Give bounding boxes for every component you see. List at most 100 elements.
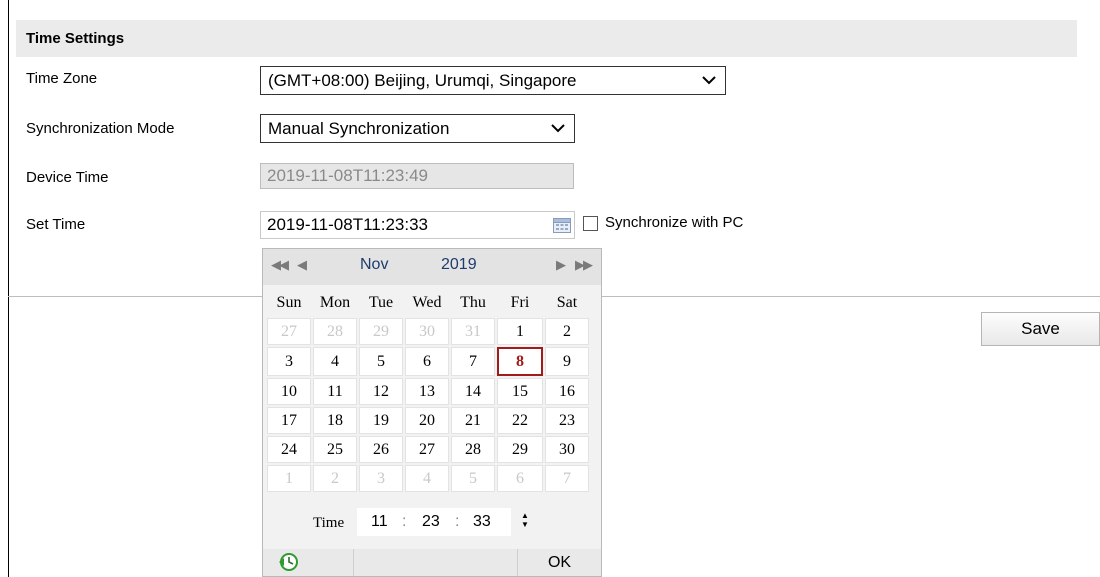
calendar-day[interactable]: 23	[545, 407, 589, 434]
save-button[interactable]: Save	[981, 312, 1100, 346]
minute-value[interactable]: 23	[422, 513, 440, 531]
calendar-day[interactable]: 20	[405, 407, 449, 434]
calendar-day[interactable]: 10	[267, 378, 311, 405]
calendar-week: 1 2 3 4 5 6 7	[267, 465, 589, 492]
calendar-day[interactable]: 6	[497, 465, 543, 492]
calendar-day[interactable]: 7	[545, 465, 589, 492]
calendar-day[interactable]: 30	[405, 318, 449, 345]
calendar-day[interactable]: 26	[359, 436, 403, 463]
time-row: Time 11 : 23 : 33 ▲ ▼	[263, 508, 601, 536]
calendar-day[interactable]: 28	[451, 436, 495, 463]
footer-divider	[353, 549, 354, 576]
second-value[interactable]: 33	[473, 513, 491, 531]
calendar-day[interactable]: 5	[451, 465, 495, 492]
calendar-day[interactable]: 27	[267, 318, 311, 345]
calendar-day[interactable]: 7	[451, 347, 495, 376]
calendar-week: 27 28 29 30 31 1 2	[267, 318, 589, 345]
calendar-day[interactable]: 1	[497, 318, 543, 345]
calendar-day[interactable]: 31	[451, 318, 495, 345]
page-left-border	[8, 0, 9, 577]
ok-button[interactable]: OK	[518, 549, 601, 576]
date-picker-popup: ◀◀ ◀ Nov 2019 ▶ ▶▶ Sun Mon Tue Wed Thu F…	[262, 248, 602, 577]
calendar-day[interactable]: 16	[545, 378, 589, 405]
chevron-down-icon	[551, 124, 565, 133]
double-left-arrow-icon[interactable]: ◀◀	[271, 257, 289, 273]
time-zone-label: Time Zone	[26, 70, 98, 87]
time-zone-select[interactable]: (GMT+08:00) Beijing, Urumqi, Singapore	[260, 66, 726, 95]
time-input[interactable]: 11 : 23 : 33	[357, 508, 511, 536]
calendar-footer: OK	[263, 549, 601, 576]
calendar-day[interactable]: 29	[497, 436, 543, 463]
calendar-week: 24 25 26 27 28 29 30	[267, 436, 589, 463]
spin-down-icon[interactable]: ▼	[521, 520, 531, 529]
calendar-day[interactable]: 25	[313, 436, 357, 463]
spin-up-icon[interactable]: ▲	[521, 511, 531, 520]
calendar-day-selected[interactable]: 8	[497, 347, 543, 376]
calendar-week: 17 18 19 20 21 22 23	[267, 407, 589, 434]
calendar-grid: Sun Mon Tue Wed Thu Fri Sat 27 28 29 30 …	[265, 287, 591, 494]
calendar-day[interactable]: 5	[359, 347, 403, 376]
sync-pc-checkbox[interactable]	[583, 216, 598, 231]
weekday-header-row: Sun Mon Tue Wed Thu Fri Sat	[267, 289, 589, 316]
section-header: Time Settings	[16, 20, 1077, 57]
left-arrow-icon[interactable]: ◀	[297, 257, 307, 273]
clock-refresh-icon[interactable]	[277, 551, 301, 573]
calendar-day[interactable]: 22	[497, 407, 543, 434]
calendar-day[interactable]: 29	[359, 318, 403, 345]
calendar-day[interactable]: 28	[313, 318, 357, 345]
calendar-day[interactable]: 11	[313, 378, 357, 405]
sync-pc-label: Synchronize with PC	[605, 214, 744, 231]
calendar-day[interactable]: 6	[405, 347, 449, 376]
calendar-year[interactable]: 2019	[441, 256, 477, 274]
time-label: Time	[313, 515, 345, 531]
weekday-mon: Mon	[313, 289, 357, 316]
calendar-day[interactable]: 18	[313, 407, 357, 434]
calendar-day[interactable]: 2	[545, 318, 589, 345]
sync-mode-select[interactable]: Manual Synchronization	[260, 114, 575, 143]
right-arrow-icon[interactable]: ▶	[556, 257, 566, 273]
calendar-day[interactable]: 14	[451, 378, 495, 405]
calendar-month[interactable]: Nov	[360, 256, 388, 274]
weekday-wed: Wed	[405, 289, 449, 316]
weekday-tue: Tue	[359, 289, 403, 316]
calendar-day[interactable]: 27	[405, 436, 449, 463]
calendar-day[interactable]: 13	[405, 378, 449, 405]
device-time-label: Device Time	[26, 169, 109, 186]
calendar-day[interactable]: 3	[267, 347, 311, 376]
time-separator: :	[402, 513, 407, 530]
weekday-fri: Fri	[497, 289, 543, 316]
time-separator: :	[455, 513, 460, 530]
hour-value[interactable]: 11	[371, 513, 388, 531]
weekday-sun: Sun	[267, 289, 311, 316]
calendar-day[interactable]: 21	[451, 407, 495, 434]
calendar-day[interactable]: 15	[497, 378, 543, 405]
calendar-day[interactable]: 3	[359, 465, 403, 492]
double-right-arrow-icon[interactable]: ▶▶	[575, 257, 593, 273]
sync-mode-label: Synchronization Mode	[26, 120, 175, 137]
calendar-day[interactable]: 17	[267, 407, 311, 434]
chevron-down-icon	[702, 76, 716, 85]
time-zone-value: (GMT+08:00) Beijing, Urumqi, Singapore	[268, 71, 577, 90]
weekday-thu: Thu	[451, 289, 495, 316]
weekday-sat: Sat	[545, 289, 589, 316]
calendar-day[interactable]: 4	[313, 347, 357, 376]
section-title: Time Settings	[26, 30, 125, 47]
calendar-icon[interactable]	[553, 217, 571, 233]
calendar-day[interactable]: 12	[359, 378, 403, 405]
sync-mode-value: Manual Synchronization	[268, 119, 450, 138]
device-time-field: 2019-11-08T11:23:49	[260, 163, 574, 189]
calendar-day[interactable]: 19	[359, 407, 403, 434]
set-time-label: Set Time	[26, 216, 86, 233]
calendar-week: 10 11 12 13 14 15 16	[267, 378, 589, 405]
calendar-week: 3 4 5 6 7 8 9	[267, 347, 589, 376]
calendar-day[interactable]: 9	[545, 347, 589, 376]
calendar-day[interactable]: 1	[267, 465, 311, 492]
set-time-input[interactable]: 2019-11-08T11:23:33	[260, 211, 575, 239]
calendar-day[interactable]: 24	[267, 436, 311, 463]
calendar-header: ◀◀ ◀ Nov 2019 ▶ ▶▶	[263, 249, 601, 285]
time-spinner[interactable]: ▲ ▼	[521, 511, 531, 531]
calendar-day[interactable]: 30	[545, 436, 589, 463]
calendar-day[interactable]: 2	[313, 465, 357, 492]
calendar-day[interactable]: 4	[405, 465, 449, 492]
set-time-value: 2019-11-08T11:23:33	[267, 215, 428, 234]
